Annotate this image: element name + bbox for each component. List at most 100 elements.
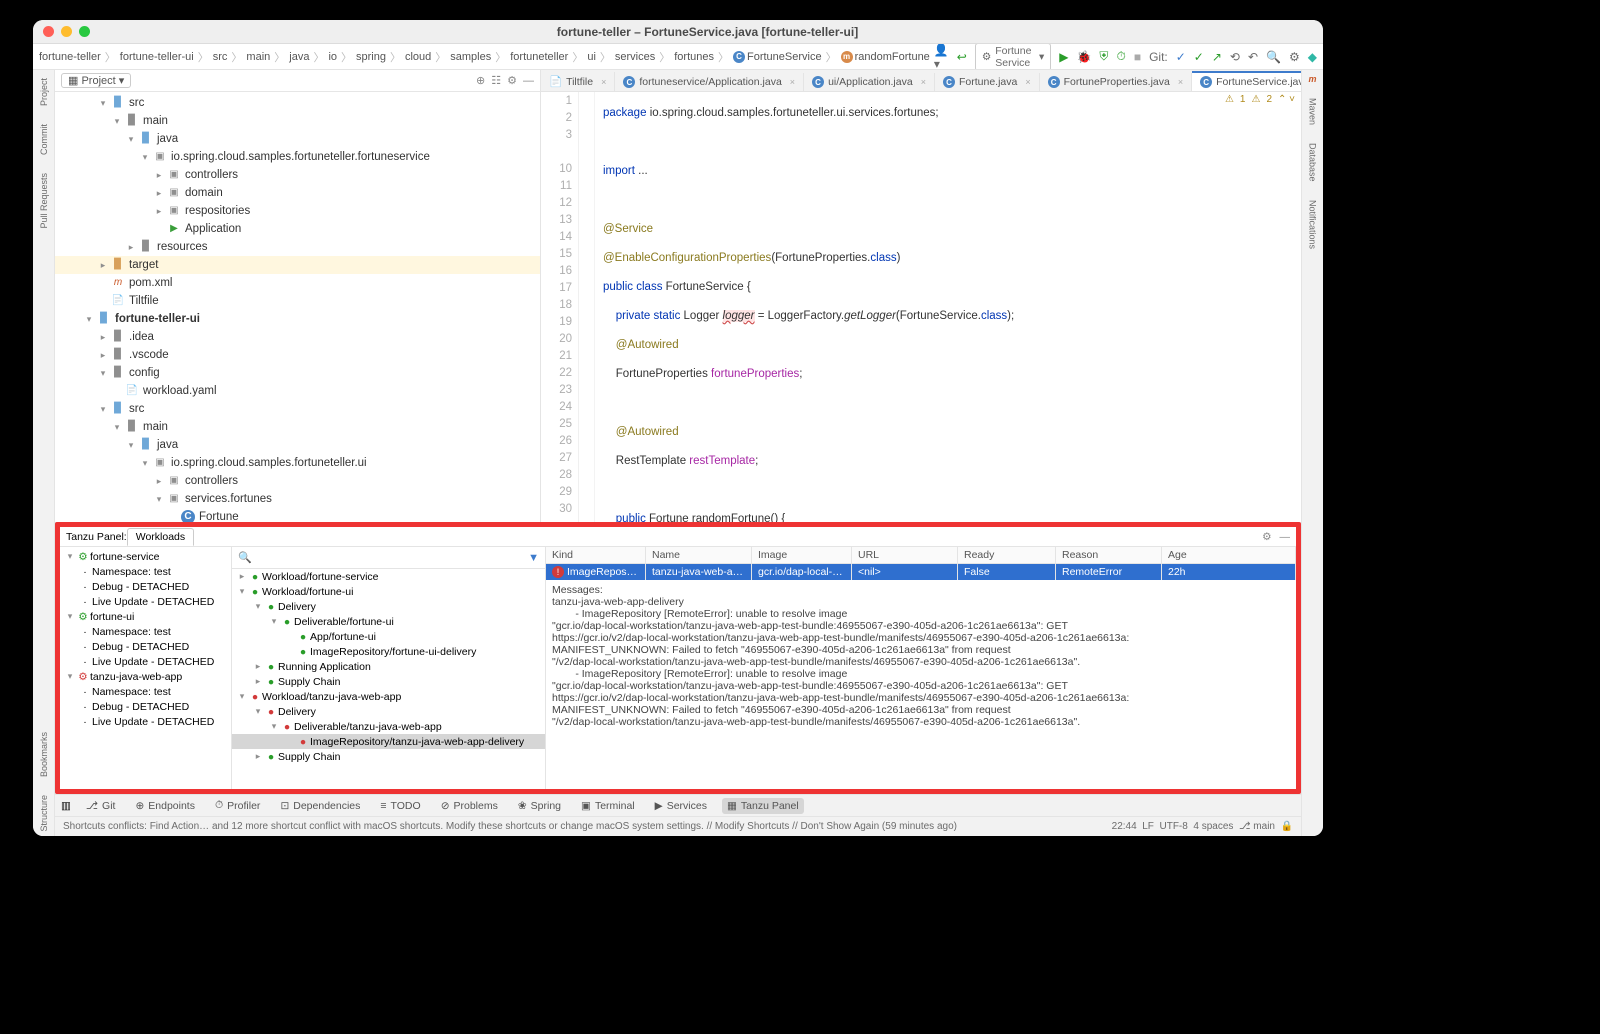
project-view-selector[interactable]: ▦ Project ▾ xyxy=(61,73,131,88)
hide-icon[interactable]: — xyxy=(523,75,534,87)
run-config-selector[interactable]: ⚙ Fortune Service ▾ xyxy=(975,44,1051,70)
close-window-button[interactable] xyxy=(43,26,54,37)
workload-item[interactable]: ·Live Update - DETACHED xyxy=(60,714,231,729)
line-gutter[interactable]: 123 10111213 14151617 18192021 22232425 … xyxy=(541,92,579,522)
editor-tab[interactable]: Cfortuneservice/Application.java× xyxy=(615,73,804,91)
zoom-window-button[interactable] xyxy=(79,26,90,37)
select-opened-file-icon[interactable]: ⊕ xyxy=(476,74,485,87)
breadcrumb[interactable]: CFortuneService xyxy=(733,51,822,63)
bottom-tab-services[interactable]: ▶ Services xyxy=(650,798,712,814)
workload-item[interactable]: ·Debug - DETACHED xyxy=(60,699,231,714)
editor-tab[interactable]: CFortune.java× xyxy=(935,73,1040,91)
filter-icon[interactable]: ▼ xyxy=(528,552,539,564)
breadcrumb[interactable]: samples xyxy=(450,51,491,63)
status-time[interactable]: 22:44 xyxy=(1112,821,1137,832)
code-area[interactable]: package io.spring.cloud.samples.fortunet… xyxy=(595,92,1301,522)
sidebar-tab-maven[interactable]: Maven xyxy=(1308,94,1318,129)
workload-item[interactable]: ·Debug - DETACHED xyxy=(60,579,231,594)
workload-item[interactable]: ▾⚙tanzu-java-web-app xyxy=(60,669,231,684)
coverage-button[interactable]: ⛨ xyxy=(1099,49,1108,64)
status-lock-icon[interactable]: 🔒 xyxy=(1281,821,1293,832)
maven-icon[interactable]: m xyxy=(1308,74,1316,84)
status-icon[interactable]: ▥ xyxy=(61,800,71,812)
table-row[interactable]: !ImageRepository tanzu-java-web-ap…gcr.i… xyxy=(546,564,1296,580)
workloads-tree[interactable]: ▾⚙fortune-service·Namespace: test·Debug … xyxy=(60,547,232,789)
workload-item[interactable]: ·Live Update - DETACHED xyxy=(60,654,231,669)
breadcrumb[interactable]: java xyxy=(289,51,309,63)
gutter-marks[interactable] xyxy=(579,92,595,522)
resource-item[interactable]: ●ImageRepository/tanzu-java-web-app-deli… xyxy=(232,734,545,749)
breadcrumb[interactable]: fortuneteller xyxy=(510,51,568,63)
breadcrumb[interactable]: fortune-teller-ui xyxy=(120,51,194,63)
status-encoding[interactable]: UTF-8 xyxy=(1159,821,1187,832)
resources-list[interactable]: ▸●Workload/fortune-service▾●Workload/for… xyxy=(232,569,545,789)
users-icon[interactable]: 👤▾ xyxy=(934,44,949,70)
workload-item[interactable]: ▾⚙fortune-ui xyxy=(60,609,231,624)
profile-button[interactable]: ⏱ xyxy=(1116,49,1125,64)
breadcrumb[interactable]: cloud xyxy=(405,51,431,63)
bottom-tab-tanzu[interactable]: ▦ Tanzu Panel xyxy=(722,798,804,814)
workload-item[interactable]: ·Namespace: test xyxy=(60,684,231,699)
resource-item[interactable]: ▾●Delivery xyxy=(232,599,545,614)
workload-item[interactable]: ·Namespace: test xyxy=(60,624,231,639)
search-input[interactable] xyxy=(252,552,524,564)
resource-item[interactable]: ●ImageRepository/fortune-ui-delivery xyxy=(232,644,545,659)
editor-tab[interactable]: CFortuneService.java× xyxy=(1192,71,1301,91)
status-indent[interactable]: 4 spaces xyxy=(1193,821,1233,832)
resource-item[interactable]: ▾●Deliverable/fortune-ui xyxy=(232,614,545,629)
panel-settings-icon[interactable]: ⚙ xyxy=(1262,531,1271,543)
workload-item[interactable]: ·Live Update - DETACHED xyxy=(60,594,231,609)
minimize-window-button[interactable] xyxy=(61,26,72,37)
vcs-commit-icon[interactable]: ✓ xyxy=(1194,50,1204,64)
plugin-icon[interactable]: ◆ xyxy=(1308,50,1317,64)
vcs-update-icon[interactable]: ✓ xyxy=(1176,50,1186,64)
vcs-rollback-icon[interactable]: ↶ xyxy=(1248,50,1258,64)
breadcrumb[interactable]: services xyxy=(615,51,655,63)
breadcrumb[interactable]: main xyxy=(246,51,270,63)
sidebar-tab-notifications[interactable]: Notifications xyxy=(1308,196,1318,253)
workload-item[interactable]: ·Namespace: test xyxy=(60,564,231,579)
close-icon[interactable]: × xyxy=(1178,77,1183,87)
workload-item[interactable]: ▾⚙fortune-service xyxy=(60,549,231,564)
breadcrumb[interactable]: src xyxy=(213,51,228,63)
resource-item[interactable]: ▸●Workload/fortune-service xyxy=(232,569,545,584)
resource-item[interactable]: ●App/fortune-ui xyxy=(232,629,545,644)
sidebar-tab-pull-requests[interactable]: Pull Requests xyxy=(39,169,49,233)
bottom-tab-terminal[interactable]: ▣ Terminal xyxy=(576,798,640,814)
breadcrumb[interactable]: fortunes xyxy=(674,51,714,63)
expand-all-icon[interactable]: ☷ xyxy=(491,74,501,87)
close-icon[interactable]: × xyxy=(601,77,606,87)
stop-button[interactable]: ■ xyxy=(1134,50,1141,64)
editor-tab[interactable]: Cui/Application.java× xyxy=(804,73,935,91)
breadcrumb[interactable]: io xyxy=(328,51,337,63)
vcs-push-icon[interactable]: ↗ xyxy=(1212,50,1222,64)
close-icon[interactable]: × xyxy=(1025,77,1030,87)
debug-button[interactable]: 🐞 xyxy=(1076,50,1091,64)
breadcrumb[interactable]: fortune-teller xyxy=(39,51,101,63)
bottom-tab-profiler[interactable]: ⏱ Profiler xyxy=(210,797,265,814)
messages-pane[interactable]: Messages: tanzu-java-web-app-delivery - … xyxy=(546,580,1296,789)
settings-icon[interactable]: ⚙ xyxy=(1289,50,1300,64)
panel-hide-icon[interactable]: — xyxy=(1280,531,1291,543)
resource-item[interactable]: ▾●Delivery xyxy=(232,704,545,719)
editor-body[interactable]: ⚠1 ⚠2 ⌃ ˅ 123 10111213 14151617 18192021… xyxy=(541,92,1301,522)
close-icon[interactable]: × xyxy=(790,77,795,87)
sidebar-tab-commit[interactable]: Commit xyxy=(39,120,49,159)
resource-item[interactable]: ▸●Supply Chain xyxy=(232,749,545,764)
bottom-tab-problems[interactable]: ⊘ Problems xyxy=(436,798,503,814)
sidebar-tab-bookmarks[interactable]: Bookmarks xyxy=(39,728,49,781)
back-icon[interactable]: ↩ xyxy=(957,50,967,64)
breadcrumb[interactable]: spring xyxy=(356,51,386,63)
bottom-tab-endpoints[interactable]: ⊕ Endpoints xyxy=(130,798,200,814)
resource-item[interactable]: ▾●Deliverable/tanzu-java-web-app xyxy=(232,719,545,734)
inspection-widget[interactable]: ⚠1 ⚠2 ⌃ ˅ xyxy=(1225,94,1295,105)
search-icon[interactable]: 🔍 xyxy=(1266,50,1281,64)
resource-item[interactable]: ▾●Workload/tanzu-java-web-app xyxy=(232,689,545,704)
resource-item[interactable]: ▸●Supply Chain xyxy=(232,674,545,689)
breadcrumb[interactable]: mrandomFortune xyxy=(841,51,930,63)
bottom-tab-todo[interactable]: ≡ TODO xyxy=(375,798,425,814)
run-button[interactable]: ▶ xyxy=(1059,50,1068,64)
resource-item[interactable]: ▸●Running Application xyxy=(232,659,545,674)
bottom-tab-dependencies[interactable]: ⊡ Dependencies xyxy=(275,798,365,814)
sidebar-tab-structure[interactable]: Structure xyxy=(39,791,49,836)
